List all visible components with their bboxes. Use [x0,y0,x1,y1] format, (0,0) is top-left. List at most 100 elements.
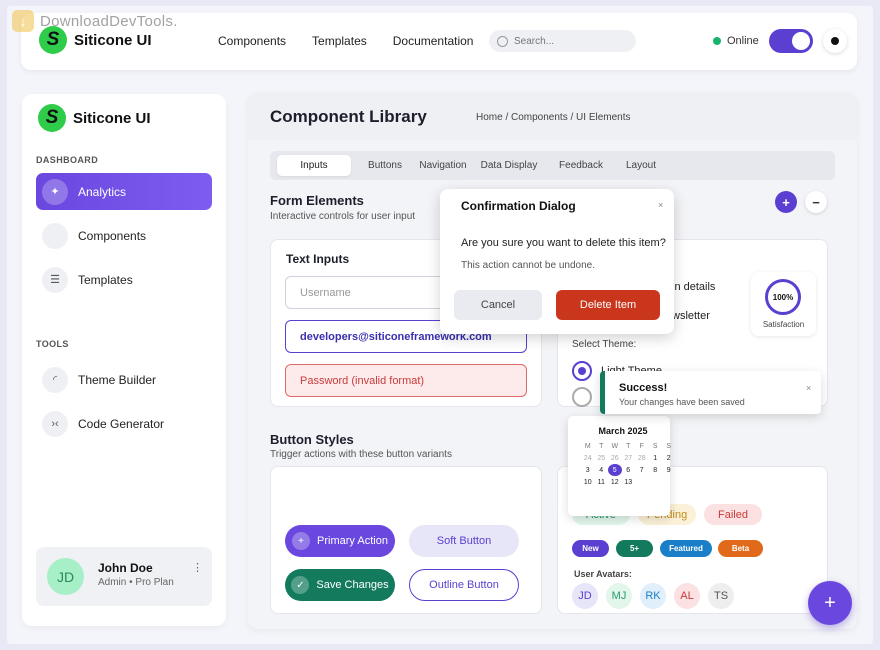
online-status: Online [713,35,759,47]
toggle-knob [792,32,810,50]
badge-beta: Beta [718,540,763,557]
avatars-label: User Avatars: [574,569,632,579]
code-icon: ›‹ [42,410,68,437]
buttons-section-title: Button Styles [270,432,354,447]
avatar[interactable]: JD [572,583,598,609]
remove-button[interactable]: − [805,191,827,213]
status-dot-icon [713,37,721,45]
badge-featured: Featured [660,540,712,557]
sidebar: S Siticone UI DASHBOARD ✦ Analytics Comp… [22,94,226,626]
sidebar-item-code-generator[interactable]: ›‹ Code Generator [36,405,212,442]
form-section-title: Form Elements [270,193,364,208]
sidebar-item-label: Templates [78,272,133,287]
status-pill-failed: Failed [704,504,762,525]
watermark: ↓ DownloadDevTools. [12,10,178,32]
avatar[interactable]: AL [674,583,700,609]
buttons-section-subtitle: Trigger actions with these button varian… [270,449,452,460]
online-label: Online [727,35,759,47]
calendar-day[interactable]: 13 [622,476,636,488]
save-changes-label: Save Changes [316,579,389,591]
calendar-day[interactable]: 28 [635,452,649,464]
primary-action-button[interactable]: + Primary Action [285,525,395,557]
calendar-day[interactable]: 2 [662,452,676,464]
tab-layout[interactable]: Layout [621,155,661,176]
more-options-icon[interactable]: ⋮ [192,561,203,574]
floating-add-button[interactable]: + [808,581,852,625]
calendar-grid: M T W T F S S 24 25 26 27 28 1 2 3 4 5 6 7 8 9 10 11 12 13 [581,440,676,488]
radio-light-theme[interactable] [572,361,592,381]
sidebar-item-label: Analytics [78,184,127,199]
nav-documentation[interactable]: Documentation [393,34,474,48]
calendar-day[interactable]: 5 [608,464,622,476]
confirmation-dialog: Confirmation Dialog × Are you sure you w… [440,189,674,334]
calendar-day[interactable]: 25 [595,452,609,464]
user-card[interactable]: JD John Doe Admin • Pro Plan ⋮ [36,547,212,606]
nav-components[interactable]: Components [218,34,286,48]
calendar-day[interactable]: 3 [581,464,595,476]
calendar-day[interactable]: 4 [595,464,609,476]
calendar-day[interactable]: 1 [649,452,663,464]
check-icon: ✓ [291,576,310,594]
calendar-day[interactable]: 10 [581,476,595,488]
theme-toggle[interactable] [769,29,813,53]
calendar-day[interactable]: 11 [595,476,609,488]
main-header: Component Library Home / Components / UI… [248,93,857,140]
dark-mode-button[interactable] [823,29,847,53]
calendar-day[interactable]: 8 [649,464,663,476]
sidebar-brand-name: Siticone UI [73,109,151,127]
toast-message: Your changes have been saved [619,397,745,407]
soft-button[interactable]: Soft Button [409,525,519,557]
tab-data-display[interactable]: Data Display [477,155,541,176]
search-input[interactable] [514,35,624,47]
checkbox-label-newsletter[interactable]: wsletter [672,310,710,322]
page-title: Component Library [270,107,427,126]
close-icon[interactable]: × [806,383,811,393]
sidebar-logo-icon: S [38,104,66,132]
user-role: Admin • Pro Plan [98,577,174,588]
breadcrumb[interactable]: Home / Components / UI Elements [476,112,631,123]
main-panel: Component Library Home / Components / UI… [248,93,857,629]
sidebar-item-templates[interactable]: ☰ Templates [36,261,212,298]
avatar[interactable]: MJ [606,583,632,609]
calendar-day[interactable]: 12 [608,476,622,488]
sidebar-item-label: Theme Builder [78,372,157,387]
nav-templates[interactable]: Templates [312,34,367,48]
date-picker: March 2025 M T W T F S S 24 25 26 27 28 1 2 3 4 5 6 7 8 9 10 1… [568,416,671,516]
tab-inputs[interactable]: Inputs [277,155,351,176]
sidebar-brand[interactable]: S Siticone UI [38,104,151,132]
outline-button[interactable]: Outline Button [409,569,519,601]
checkbox-label-details[interactable]: in details [672,281,715,293]
component-tabs: Inputs Buttons Navigation Data Display F… [270,151,835,180]
badge-count: 5+ [616,540,653,557]
tab-feedback[interactable]: Feedback [556,155,606,176]
add-button[interactable]: + [775,191,797,213]
avatar[interactable]: TS [708,583,734,609]
delete-item-button[interactable]: Delete Item [556,290,660,320]
tab-buttons[interactable]: Buttons [362,155,408,176]
sidebar-item-analytics[interactable]: ✦ Analytics [36,173,212,210]
sidebar-item-label: Components [78,228,147,243]
lines-icon: ☰ [42,266,68,293]
brand-name: Siticone UI [74,31,152,49]
save-changes-button[interactable]: ✓ Save Changes [285,569,395,601]
calendar-day[interactable]: 26 [608,452,622,464]
calendar-day[interactable]: 6 [622,464,636,476]
sidebar-item-components[interactable]: Components [36,217,212,254]
avatar[interactable]: RK [640,583,666,609]
calendar-weekday: S [652,442,658,450]
tab-navigation[interactable]: Navigation [416,155,470,176]
close-icon[interactable]: × [658,200,663,210]
calendar-day[interactable]: 7 [635,464,649,476]
tools-section-label: TOOLS [36,339,69,349]
sidebar-item-theme-builder[interactable]: ◜ Theme Builder [36,361,212,398]
password-field[interactable]: Password (invalid format) [285,364,527,397]
sidebar-item-label: Code Generator [78,416,165,431]
radio-dark-theme[interactable] [572,387,592,407]
calendar-day[interactable]: 24 [581,452,595,464]
theme-select-label: Select Theme: [572,339,637,350]
calendar-day[interactable]: 9 [662,464,676,476]
sparkle-icon: ✦ [42,178,68,205]
search-bar[interactable] [489,30,636,52]
calendar-day[interactable]: 27 [622,452,636,464]
cancel-button[interactable]: Cancel [454,290,542,320]
